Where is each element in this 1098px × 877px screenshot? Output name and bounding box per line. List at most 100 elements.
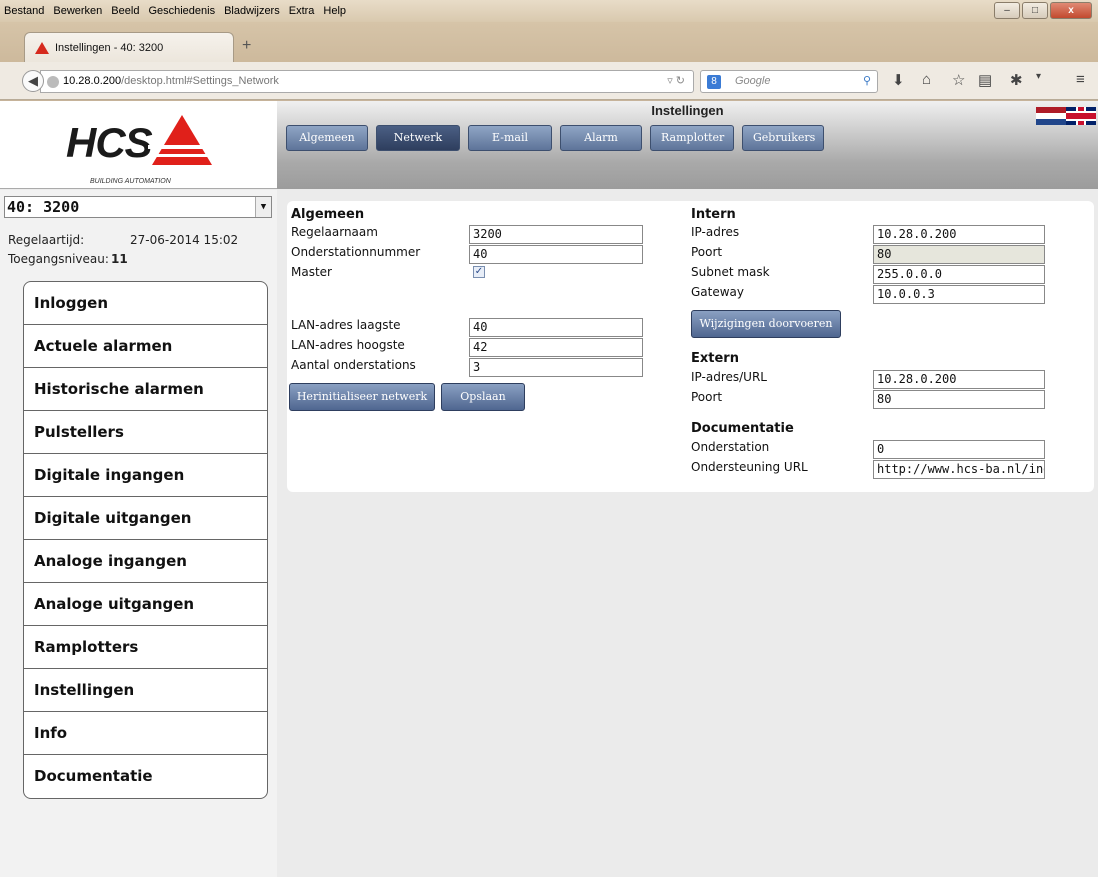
dutch-flag-icon[interactable] [1036,107,1066,125]
save-button[interactable]: Opslaan [441,383,525,411]
regelaartijd-value: 27-06-2014 15:02 [130,233,239,247]
regelaarnaam-label: Regelaarnaam [291,225,378,239]
page-title: Instellingen [651,103,724,118]
site-identity-icon[interactable] [47,76,59,88]
sidebar-item-pulstellers[interactable]: Pulstellers [24,411,267,454]
menu-icon[interactable]: ≡ [1076,71,1085,88]
sidebar-item-analoge-ingangen[interactable]: Analoge ingangen [24,540,267,583]
sidebar-item-digitale-uitgangen[interactable]: Digitale uitgangen [24,497,267,540]
warning-icon [35,41,49,54]
section-intern-heading: Intern [691,207,736,222]
menu-bladwijzers[interactable]: Bladwijzers [224,5,280,17]
tab-ramplotter[interactable]: Ramplotter [650,125,734,151]
extern-poort-field[interactable]: 80 [873,390,1045,409]
regelaartijd-label: Regelaartijd: [8,233,85,247]
sidebar-item-info[interactable]: Info [24,712,267,755]
menu-geschiedenis[interactable]: Geschiedenis [148,5,215,17]
url-host: 10.28.0.200 [63,75,122,87]
tab-netwerk[interactable]: Netwerk [376,125,460,151]
station-select[interactable]: 40: 3200 ▼ [4,196,272,218]
back-button[interactable]: ◀ [22,70,44,92]
language-flags [1036,107,1096,125]
doc-onderstation-field[interactable]: 0 [873,440,1045,459]
close-button[interactable]: x [1050,2,1092,19]
menu-help[interactable]: Help [323,5,346,17]
home-icon[interactable]: ⌂ [922,71,931,88]
gateway-field[interactable]: 10.0.0.3 [873,285,1045,304]
logo-stripe [148,145,216,149]
intern-ip-field[interactable]: 10.28.0.200 [873,225,1045,244]
subnet-mask-label: Subnet mask [691,265,770,279]
toegangsniveau-label: Toegangsniveau: [8,252,109,266]
sidebar-item-inloggen[interactable]: Inloggen [24,282,267,325]
section-extern-heading: Extern [691,351,739,366]
sidebar-item-ramplotters[interactable]: Ramplotters [24,626,267,669]
search-icon[interactable]: ⚲ [863,71,871,92]
lan-hoogste-label: LAN-adres hoogste [291,338,405,352]
intern-ip-label: IP-adres [691,225,740,239]
sidebar-item-digitale-ingangen[interactable]: Digitale ingangen [24,454,267,497]
browser-navbar: 10.28.0.200/desktop.html#Settings_Networ… [0,62,1098,100]
tab-alarm[interactable]: Alarm [560,125,642,151]
new-tab-button[interactable]: + [242,37,251,55]
top-bar: Instellingen Algemeen Netwerk E-mail Ala… [277,101,1098,189]
menu-bestand[interactable]: Bestand [4,5,44,17]
support-url-field[interactable]: http://www.hcs-ba.nl/index. [873,460,1045,479]
google-icon[interactable]: 8 [707,75,721,89]
sidebar-item-analoge-uitgangen[interactable]: Analoge uitgangen [24,583,267,626]
logo-triangle-icon [152,115,212,165]
tab-email[interactable]: E-mail [468,125,552,151]
logo-stripe [148,154,216,157]
addon-icon[interactable]: ✱ [1010,71,1023,89]
support-url-label: Ondersteuning URL [691,460,808,474]
master-checkbox[interactable]: ✓ [473,266,485,278]
master-label: Master [291,265,332,279]
bookmarks-icon[interactable]: ▤ [978,71,992,89]
chevron-down-icon[interactable]: ▼ [255,197,271,217]
menu-bewerken[interactable]: Bewerken [53,5,102,17]
intern-poort-field: 80 [873,245,1045,264]
window-buttons: – □ x [992,2,1092,19]
url-bar[interactable]: 10.28.0.200/desktop.html#Settings_Networ… [40,70,694,93]
lan-laagste-field[interactable]: 40 [469,318,643,337]
search-placeholder: Google [735,75,771,87]
sidebar-item-instellingen[interactable]: Instellingen [24,669,267,712]
extern-ip-field[interactable]: 10.28.0.200 [873,370,1045,389]
tab-title: Instellingen - 40: 3200 [55,41,164,54]
aantal-onderstations-label: Aantal onderstations [291,358,416,372]
reload-icon[interactable]: ▿ ↻ [667,71,685,92]
section-algemeen-heading: Algemeen [291,207,365,222]
bookmark-star-icon[interactable]: ☆ [952,71,965,89]
lan-hoogste-field[interactable]: 42 [469,338,643,357]
station-select-value: 40: 3200 [7,198,80,216]
sidebar-item-historische-alarmen[interactable]: Historische alarmen [24,368,267,411]
browser-tabbar: Instellingen - 40: 3200 + [0,22,1098,62]
maximize-button[interactable]: □ [1022,2,1048,19]
tab-algemeen[interactable]: Algemeen [286,125,368,151]
search-input[interactable]: 8 Google ⚲ [700,70,878,93]
intern-poort-label: Poort [691,245,723,259]
toegangsniveau-value: 11 [111,252,128,266]
onderstationnummer-field[interactable]: 40 [469,245,643,264]
url-path: /desktop.html#Settings_Network [121,75,279,87]
menu-beeld[interactable]: Beeld [111,5,139,17]
aantal-onderstations-field[interactable]: 3 [469,358,643,377]
menu-extra[interactable]: Extra [289,5,315,17]
tab-gebruikers[interactable]: Gebruikers [742,125,824,151]
apply-changes-button[interactable]: Wijzigingen doorvoeren [691,310,841,338]
uk-flag-icon[interactable] [1066,107,1096,125]
logo-text: HCS [66,119,153,166]
browser-menubar: Bestand Bewerken Beeld Geschiedenis Blad… [0,0,1098,22]
dropdown-icon[interactable]: ▾ [1036,71,1041,82]
browser-tab[interactable]: Instellingen - 40: 3200 [24,32,234,62]
regelaarnaam-field[interactable]: 3200 [469,225,643,244]
subnet-mask-field[interactable]: 255.0.0.0 [873,265,1045,284]
download-icon[interactable]: ⬇ [892,71,905,89]
sidebar-item-actuele-alarmen[interactable]: Actuele alarmen [24,325,267,368]
doc-onderstation-label: Onderstation [691,440,770,454]
lan-laagste-label: LAN-adres laagste [291,318,401,332]
minimize-button[interactable]: – [994,2,1020,19]
settings-tabs: Algemeen Netwerk E-mail Alarm Ramplotter… [286,125,832,151]
sidebar-item-documentatie[interactable]: Documentatie [24,755,267,798]
reinitialize-network-button[interactable]: Herinitialiseer netwerk [289,383,435,411]
